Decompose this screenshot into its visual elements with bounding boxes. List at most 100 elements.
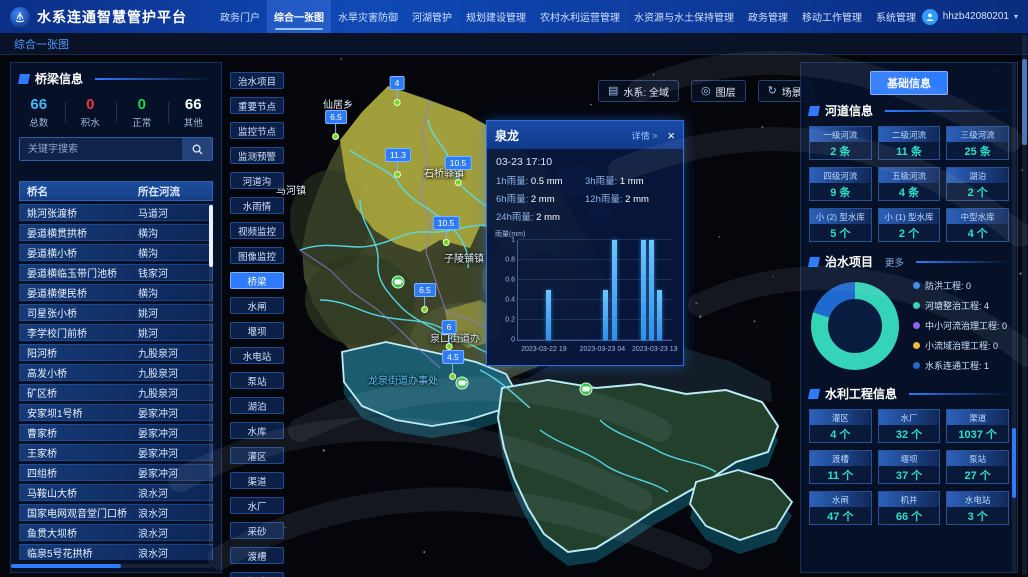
info-cell[interactable]: 泵站27 个 <box>946 450 1009 484</box>
info-cell[interactable]: 小 (1) 型水库2 个 <box>878 208 941 242</box>
water-level-marker[interactable]: 10.5 <box>445 156 472 186</box>
basic-info-button[interactable]: 基础信息 <box>870 71 948 95</box>
table-row[interactable]: 临泉5号花拱桥浪水河 <box>19 544 213 560</box>
table-row[interactable]: 晏道横贯拱桥横沟 <box>19 224 213 241</box>
layer-nav-item[interactable]: 灌区 <box>230 447 284 464</box>
layer-nav-item[interactable]: 监测预警 <box>230 147 284 164</box>
x-axis-tick: 2023-03-23 04 <box>580 346 626 353</box>
layer-nav-item[interactable]: 水闸 <box>230 297 284 314</box>
layer-nav-item[interactable]: 治水项目 <box>230 72 284 89</box>
navbar-tab[interactable]: 系统管理 <box>869 0 923 33</box>
cell-value: 11 条 <box>879 142 940 159</box>
info-cell[interactable]: 水闸47 个 <box>809 491 872 525</box>
info-cell[interactable]: 堰坝37 个 <box>878 450 941 484</box>
table-row[interactable]: 曹家桥晏家冲河 <box>19 424 213 441</box>
table-vertical-scrollbar[interactable] <box>209 205 213 546</box>
camera-marker-icon[interactable] <box>456 377 469 390</box>
breadcrumb-label[interactable]: 综合一张图 <box>14 36 69 52</box>
table-row[interactable]: 姚河张渡桥马道河 <box>19 204 213 221</box>
info-cell[interactable]: 中型水库4 个 <box>946 208 1009 242</box>
layer-nav-item[interactable]: 视频监控 <box>230 222 284 239</box>
river-name-cell: 浪水河 <box>134 505 212 520</box>
close-icon[interactable]: × <box>667 129 675 142</box>
water-level-marker[interactable]: 6.5 <box>414 283 436 313</box>
layer-nav-item[interactable]: 水雨情 <box>230 197 284 214</box>
table-row[interactable]: 鱼贯大坝桥浪水河 <box>19 524 213 541</box>
table-row[interactable]: 王家桥晏家冲河 <box>19 444 213 461</box>
search-input[interactable] <box>20 138 182 160</box>
info-cell[interactable]: 水电站3 个 <box>946 491 1009 525</box>
map-control-button[interactable]: ▤水系: 全域 <box>598 80 679 102</box>
table-row[interactable]: 马鞍山大桥浪水河 <box>19 484 213 501</box>
layer-nav-item[interactable]: 渠道 <box>230 472 284 489</box>
water-level-marker[interactable]: 4.5 <box>442 350 464 380</box>
layer-nav-item[interactable]: 采砂 <box>230 522 284 539</box>
table-row[interactable]: 晏道横便民桥横沟 <box>19 284 213 301</box>
water-level-marker[interactable]: 10.5 <box>433 216 460 246</box>
layer-nav-item[interactable]: 重要节点 <box>230 97 284 114</box>
project-section-header: 治水项目 更多 <box>801 246 1017 275</box>
right-panel-scrollbar[interactable] <box>1012 63 1016 572</box>
info-cell[interactable]: 一级河流2 条 <box>809 126 872 160</box>
navbar-tab[interactable]: 农村水利运营管理 <box>533 0 627 33</box>
info-cell[interactable]: 渠道1037 个 <box>946 409 1009 443</box>
info-cell[interactable]: 四级河流9 条 <box>809 167 872 201</box>
info-cell[interactable]: 五级河流4 条 <box>878 167 941 201</box>
water-level-marker[interactable]: 4 <box>390 76 405 106</box>
layer-nav-item[interactable]: 堤防 <box>230 572 284 577</box>
navbar-tab[interactable]: 综合一张图 <box>267 0 331 33</box>
layer-nav-item[interactable]: 图像监控 <box>230 247 284 264</box>
rain-bar <box>546 290 551 340</box>
navbar-tab[interactable]: 水旱灾害防御 <box>331 0 405 33</box>
water-level-marker[interactable]: 6 <box>442 320 457 350</box>
layer-nav-item[interactable]: 水电站 <box>230 347 284 364</box>
info-cell[interactable]: 机井66 个 <box>878 491 941 525</box>
layer-nav-item[interactable]: 泵站 <box>230 372 284 389</box>
layer-nav-item[interactable]: 堰坝 <box>230 322 284 339</box>
layer-nav-item[interactable]: 监控节点 <box>230 122 284 139</box>
popup-detail-link[interactable]: 详情 > <box>632 129 658 142</box>
info-cell[interactable]: 三级河流25 条 <box>946 126 1009 160</box>
map-control-button[interactable]: ◎图层 <box>691 80 746 102</box>
navbar-tab[interactable]: 规划建设管理 <box>459 0 533 33</box>
table-row[interactable]: 高发小桥九股泉河 <box>19 364 213 381</box>
table-horizontal-scrollbar[interactable] <box>11 564 211 568</box>
navbar-tab[interactable]: 移动工作管理 <box>795 0 869 33</box>
user-menu[interactable]: hhzb42080201 ▾ <box>922 9 1018 25</box>
scene-icon: ↻ <box>768 86 777 97</box>
layer-nav-item[interactable]: 渡槽 <box>230 547 284 564</box>
table-row[interactable]: 矿区桥九股泉河 <box>19 384 213 401</box>
marker-stem <box>335 124 336 133</box>
navbar-tab[interactable]: 政务管理 <box>741 0 795 33</box>
table-row[interactable]: 司星张小桥姚河 <box>19 304 213 321</box>
table-row[interactable]: 安家坝1号桥晏家冲河 <box>19 404 213 421</box>
layer-nav-item[interactable]: 湖泊 <box>230 397 284 414</box>
table-row[interactable]: 晏道横临玉带门池桥钱家河 <box>19 264 213 281</box>
info-cell[interactable]: 小 (2) 型水库5 个 <box>809 208 872 242</box>
navbar-tab[interactable]: 政务门户 <box>213 0 267 33</box>
layer-nav-item[interactable]: 水厂 <box>230 497 284 514</box>
camera-marker-icon[interactable] <box>580 383 593 396</box>
layer-nav-item[interactable]: 桥梁 <box>230 272 284 289</box>
info-cell[interactable]: 湖泊2 个 <box>946 167 1009 201</box>
table-row[interactable]: 四组桥晏家冲河 <box>19 464 213 481</box>
table-row[interactable]: 国家电网观音堂门口桥浪水河 <box>19 504 213 521</box>
page-scrollbar[interactable] <box>1022 35 1027 575</box>
layer-nav-item[interactable]: 水库 <box>230 422 284 439</box>
navbar-tab[interactable]: 水资源与水土保持管理 <box>627 0 741 33</box>
info-cell[interactable]: 灌区4 个 <box>809 409 872 443</box>
water-level-marker[interactable]: 11.3 <box>385 148 411 178</box>
camera-marker-icon[interactable] <box>392 276 405 289</box>
table-row[interactable]: 阳河桥九股泉河 <box>19 344 213 361</box>
info-cell[interactable]: 水厂32 个 <box>878 409 941 443</box>
search-button[interactable] <box>182 138 212 160</box>
water-level-marker[interactable]: 6.5 <box>325 110 347 140</box>
table-row[interactable]: 晏道横小桥横沟 <box>19 244 213 261</box>
info-cell[interactable]: 渡槽11 个 <box>809 450 872 484</box>
bridge-name-cell: 晏道横贯拱桥 <box>20 225 134 240</box>
more-link[interactable]: 更多 <box>885 255 904 269</box>
table-row[interactable]: 李学校门前桥姚河 <box>19 324 213 341</box>
info-cell[interactable]: 二级河流11 条 <box>878 126 941 160</box>
navbar-tab[interactable]: 河湖管护 <box>405 0 459 33</box>
layer-nav-item[interactable]: 河道沟 <box>230 172 284 189</box>
